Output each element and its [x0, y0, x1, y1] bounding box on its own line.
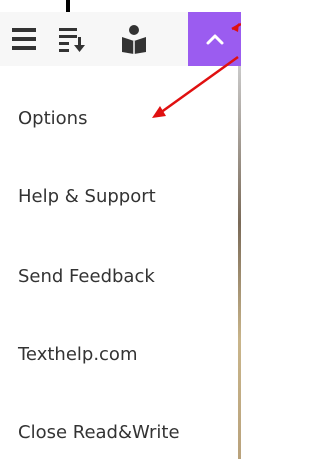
menu-item-help-support[interactable]: Help & Support	[18, 186, 156, 208]
toolbar	[0, 12, 241, 66]
dropdown-menu: Options Help & Support Send Feedback Tex…	[0, 66, 238, 459]
background-page-edge	[238, 66, 241, 459]
menu-item-texthelp[interactable]: Texthelp.com	[18, 344, 137, 366]
menu-item-close-readwrite[interactable]: Close Read&Write	[18, 422, 180, 444]
chevron-up-icon	[206, 34, 223, 45]
menu-item-options[interactable]: Options	[18, 108, 87, 130]
reader-icon[interactable]	[112, 12, 156, 66]
sort-down-icon[interactable]	[52, 12, 92, 66]
menu-item-send-feedback[interactable]: Send Feedback	[18, 266, 155, 288]
menu-lines-icon[interactable]	[4, 12, 44, 66]
toolbar-fragment	[66, 0, 70, 12]
readwrite-toolbar-menu: Options Help & Support Send Feedback Tex…	[0, 0, 241, 459]
collapse-button[interactable]	[188, 12, 241, 66]
